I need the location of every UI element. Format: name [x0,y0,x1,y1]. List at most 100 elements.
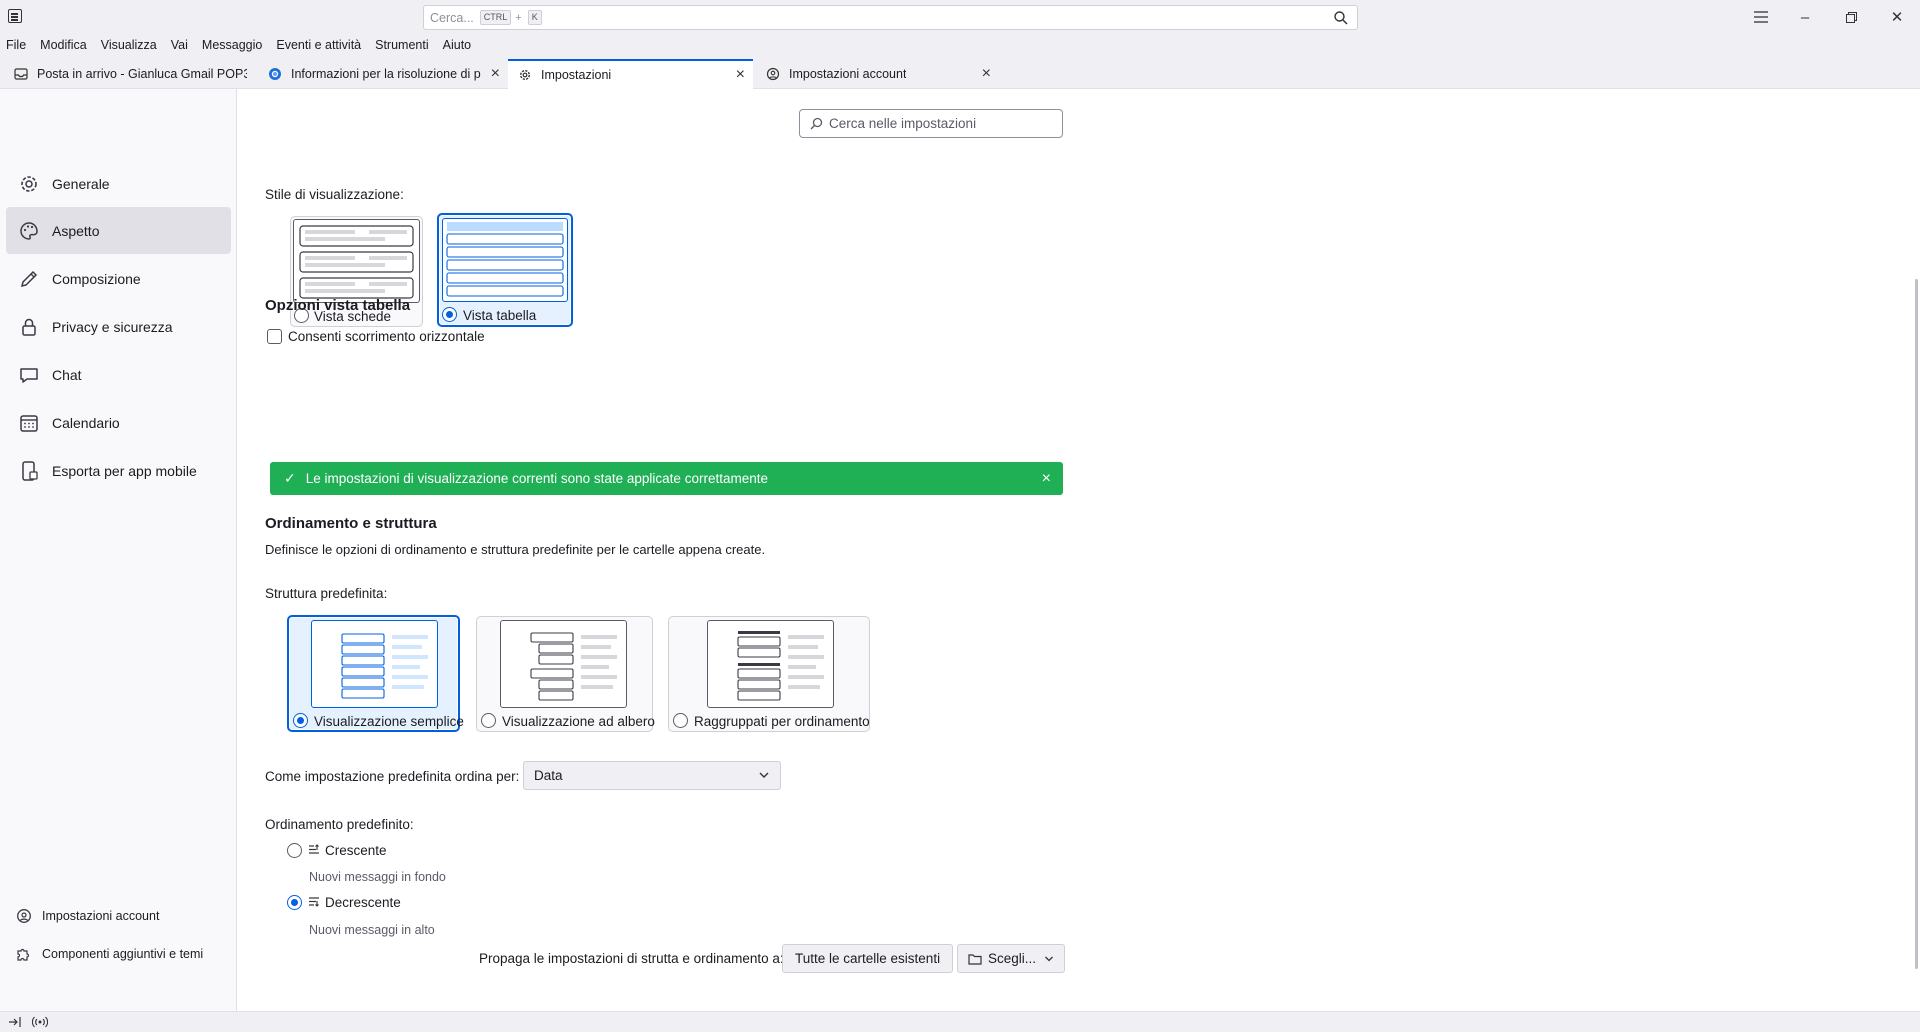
sidebar-item-label: Calendario [52,414,120,431]
close-icon[interactable]: × [982,65,991,83]
settings-search-placeholder: Cerca nelle impostazioni [829,116,977,131]
sort-structure-heading: Ordinamento e struttura [265,515,437,532]
all-folders-button[interactable]: Tutte le cartelle esistenti [782,944,954,973]
view-table-radio[interactable] [442,307,457,322]
sidebar-account-settings[interactable]: Impostazioni account [16,908,159,924]
sort-by-value: Data [534,768,563,783]
shortcut-plus: + [515,11,522,24]
calendar-icon [20,414,38,432]
tab-label: Posta in arrivo - Gianluca Gmail POP3 [37,67,247,81]
collapse-pane-icon[interactable] [8,1016,22,1028]
settings-sidebar: Generale Aspetto Composizione Privacy e … [0,89,237,1011]
menu-visualizza[interactable]: Visualizza [101,38,157,52]
all-folders-button-label: Tutte le cartelle esistenti [795,951,941,966]
descending-radio[interactable] [287,895,302,910]
menu-aiuto[interactable]: Aiuto [443,38,472,52]
structure-grouped-label: Raggruppati per ordinamento [694,714,870,729]
close-window-button[interactable]: ✕ [1874,0,1920,34]
horizontal-scroll-label: Consenti scorrimento orizzontale [288,329,485,344]
restore-button[interactable] [1828,0,1874,34]
choose-folders-label: Scegli... [988,951,1037,966]
view-table-option[interactable]: Vista tabella [437,213,573,327]
close-icon[interactable]: × [1042,470,1051,488]
table-view-preview [442,218,568,302]
sort-structure-description: Definisce le opzioni di ordinamento e st… [265,542,766,557]
structure-simple-label: Visualizzazione semplice [314,714,464,729]
gear-icon [21,175,37,192]
menu-file[interactable]: File [6,38,26,52]
sidebar-addons-themes[interactable]: Componenti aggiuntivi e temi [16,946,203,962]
default-structure-label: Struttura predefinita: [265,586,388,601]
sidebar-item-esporta[interactable]: Esporta per app mobile [6,447,231,494]
structure-grouped-radio[interactable] [673,713,688,728]
ascending-radio[interactable] [287,843,302,858]
settings-content: Cerca nelle impostazioni Stile di visual… [238,89,1920,1011]
close-icon[interactable]: × [736,66,745,84]
sidebar-item-label: Composizione [52,270,141,287]
settings-search-input[interactable]: Cerca nelle impostazioni [799,109,1063,138]
sidebar-footer-label: Componenti aggiuntivi e temi [42,947,204,961]
minimize-button[interactable]: – [1782,0,1828,34]
sidebar-item-label: Generale [52,175,110,192]
sidebar-item-chat[interactable]: Chat [6,351,231,398]
structure-tree-radio[interactable] [481,713,496,728]
structure-grouped-option[interactable]: Raggruppati per ordinamento [668,616,870,732]
global-search-input[interactable]: Cerca... CTRL + K [423,5,1358,30]
checkmark-icon: ✓ [284,470,296,486]
sidebar-item-composizione[interactable]: Composizione [6,255,231,302]
display-style-label: Stile di visualizzazione: [265,187,404,202]
sidebar-footer-label: Impostazioni account [42,909,160,923]
choose-folders-button[interactable]: Scegli... [957,944,1066,973]
propagate-label: Propaga le impostazioni di strutta e ord… [479,951,784,966]
app-menu-icon[interactable] [8,9,22,23]
default-order-label: Ordinamento predefinito: [265,817,414,832]
sidebar-item-aspetto[interactable]: Aspetto [6,207,231,254]
search-icon [810,117,823,130]
vertical-scrollbar[interactable] [1915,279,1918,969]
inbox-icon [14,68,28,80]
grouped-view-preview [707,620,834,708]
hamburger-icon[interactable] [1738,0,1784,34]
search-icon[interactable] [1333,10,1349,26]
sort-ascending-icon [309,844,319,854]
tab-settings[interactable]: Impostazioni × [508,59,753,89]
menu-strumenti[interactable]: Strumenti [375,38,429,52]
ascending-hint: Nuovi messaggi in fondo [309,870,446,884]
sidebar-item-privacy[interactable]: Privacy e sicurezza [6,303,231,350]
account-settings-icon [766,67,780,81]
gear-icon [519,69,531,81]
tab-account-settings[interactable]: Impostazioni account × [756,59,999,89]
sort-by-select[interactable]: Data [523,761,781,790]
chevron-down-icon [1045,956,1053,961]
sidebar-item-label: Aspetto [52,222,100,239]
structure-simple-option[interactable]: Visualizzazione semplice [287,615,464,732]
tree-view-preview [500,620,627,708]
puzzle-icon [17,948,30,961]
menu-messaggio[interactable]: Messaggio [202,38,262,52]
close-icon[interactable]: × [491,65,500,83]
sidebar-item-calendario[interactable]: Calendario [6,399,231,446]
tab-bar: Posta in arrivo - Gianluca Gmail POP3 In… [0,56,1920,89]
menu-eventi[interactable]: Eventi e attività [276,38,361,52]
sidebar-item-generale[interactable]: Generale [6,160,231,207]
structure-tree-label: Visualizzazione ad albero [502,714,655,729]
menu-bar: File Modifica Visualizza Vai Messaggio E… [0,34,1920,56]
sort-by-label: Come impostazione predefinita ordina per… [265,769,520,784]
thunderbird-icon [269,68,281,80]
menu-vai[interactable]: Vai [171,38,188,52]
menu-modifica[interactable]: Modifica [40,38,87,52]
success-banner: ✓ Le impostazioni di visualizzazione cor… [270,462,1063,495]
status-bar [0,1011,1920,1032]
horizontal-scroll-checkbox[interactable] [267,329,282,344]
tab-troubleshooting[interactable]: Informazioni per la risoluzione di probl… [258,59,508,89]
ascending-label: Crescente [325,843,387,858]
online-status-icon[interactable] [32,1016,48,1028]
folder-icon [968,953,982,965]
table-options-heading: Opzioni vista tabella [265,297,411,314]
structure-simple-radio[interactable] [293,713,308,728]
simple-view-preview [311,620,438,708]
structure-tree-option[interactable]: Visualizzazione ad albero [476,616,655,732]
tab-label: Impostazioni [541,68,612,82]
tab-inbox[interactable]: Posta in arrivo - Gianluca Gmail POP3 [4,59,257,89]
chat-icon [20,367,38,383]
